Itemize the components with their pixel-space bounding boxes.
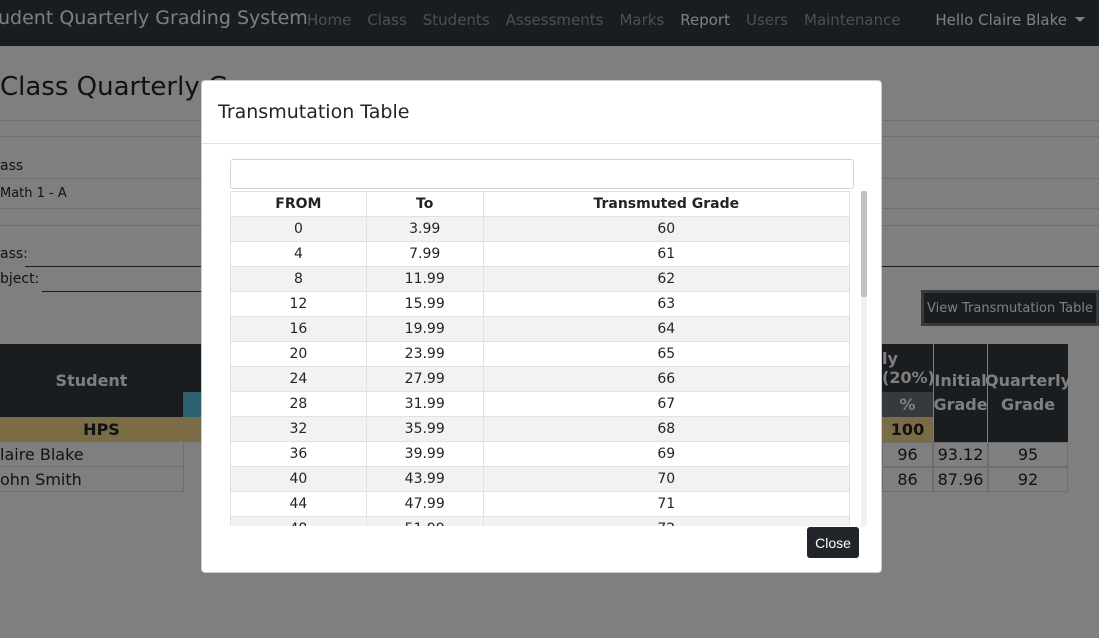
table-cell: 35.99	[365, 416, 484, 442]
table-search-input[interactable]	[230, 159, 854, 189]
table-row: 32 35.99 68	[230, 416, 850, 442]
table-row: 0 3.99 60	[230, 216, 850, 242]
table-cell: 24	[230, 366, 367, 392]
table-row: 28 31.99 67	[230, 391, 850, 417]
transmutation-modal: Transmutation Table FROM To Transmuted G…	[201, 80, 882, 573]
table-row: 40 43.99 70	[230, 466, 850, 492]
table-cell: 65	[482, 341, 850, 367]
table-header-row: FROM To Transmuted Grade	[230, 191, 850, 217]
table-cell: 69	[482, 441, 850, 467]
table-cell: 23.99	[365, 341, 484, 367]
table-cell: 60	[482, 216, 850, 242]
col-to: To	[365, 191, 484, 217]
table-cell: 4	[230, 241, 367, 267]
table-cell: 61	[482, 241, 850, 267]
table-row: 20 23.99 65	[230, 341, 850, 367]
table-cell: 43.99	[365, 466, 484, 492]
table-row: 24 27.99 66	[230, 366, 850, 392]
table-cell: 32	[230, 416, 367, 442]
table-cell: 3.99	[365, 216, 484, 242]
table-cell: 68	[482, 416, 850, 442]
table-cell: 51.99	[365, 516, 484, 526]
table-row: 36 39.99 69	[230, 441, 850, 467]
transmutation-table-scroll[interactable]: FROM To Transmuted Grade 0 3.99 60 4 7.99 61 8…	[230, 191, 850, 526]
col-from: FROM	[230, 191, 367, 217]
table-cell: 27.99	[365, 366, 484, 392]
table-row: 12 15.99 63	[230, 291, 850, 317]
modal-header: Transmutation Table	[202, 81, 881, 144]
table-row: 16 19.99 64	[230, 316, 850, 342]
table-cell: 44	[230, 491, 367, 517]
table-cell: 31.99	[365, 391, 484, 417]
table-cell: 28	[230, 391, 367, 417]
close-button[interactable]: Close	[807, 527, 859, 558]
table-cell: 67	[482, 391, 850, 417]
col-transmuted-grade: Transmuted Grade	[482, 191, 850, 217]
table-cell: 16	[230, 316, 367, 342]
table-cell: 66	[482, 366, 850, 392]
table-cell: 36	[230, 441, 367, 467]
scrollbar-thumb[interactable]	[861, 191, 867, 297]
transmutation-table: FROM To Transmuted Grade 0 3.99 60 4 7.99 61 8…	[230, 191, 850, 526]
table-cell: 11.99	[365, 266, 484, 292]
table-cell: 72	[482, 516, 850, 526]
table-cell: 0	[230, 216, 367, 242]
table-cell: 19.99	[365, 316, 484, 342]
table-cell: 71	[482, 491, 850, 517]
table-cell: 15.99	[365, 291, 484, 317]
scrollbar[interactable]	[861, 191, 867, 527]
table-cell: 47.99	[365, 491, 484, 517]
table-cell: 40	[230, 466, 367, 492]
table-row: 8 11.99 62	[230, 266, 850, 292]
table-cell: 70	[482, 466, 850, 492]
table-cell: 63	[482, 291, 850, 317]
modal-title: Transmutation Table	[218, 101, 410, 123]
table-cell: 48	[230, 516, 367, 526]
table-row: 4851.9972	[230, 516, 850, 526]
table-cell: 12	[230, 291, 367, 317]
table-cell: 62	[482, 266, 850, 292]
table-cell: 8	[230, 266, 367, 292]
table-cell: 39.99	[365, 441, 484, 467]
table-row: 44 47.99 71	[230, 491, 850, 517]
table-cell: 7.99	[365, 241, 484, 267]
table-cell: 64	[482, 316, 850, 342]
table-row: 4 7.99 61	[230, 241, 850, 267]
table-cell: 20	[230, 341, 367, 367]
